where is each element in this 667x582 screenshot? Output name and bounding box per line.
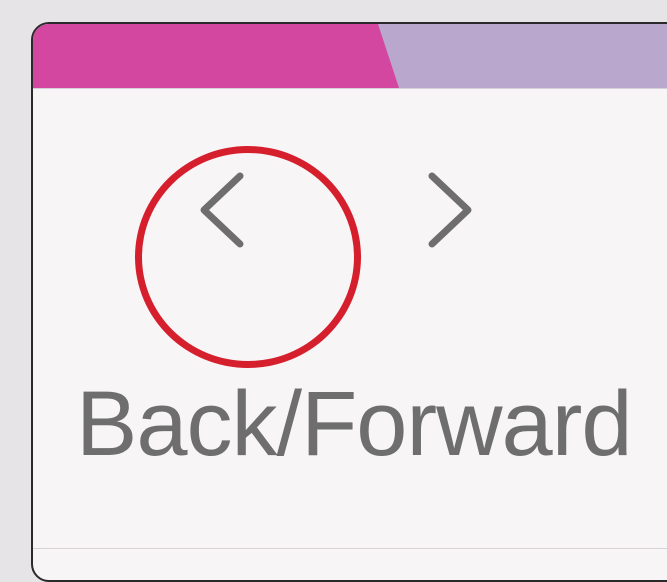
forward-button[interactable] (410, 170, 480, 250)
tab-bar (33, 24, 667, 88)
panel-divider (33, 548, 667, 549)
active-tab[interactable] (33, 24, 399, 88)
back-button[interactable] (190, 170, 250, 250)
toolbar-item-label: Back/Forward (76, 373, 632, 475)
chevron-left-icon (200, 172, 244, 248)
inactive-tab[interactable] (399, 24, 667, 88)
chevron-right-icon (428, 172, 472, 248)
toolbar-customization-panel (33, 89, 667, 559)
browser-window (31, 22, 667, 582)
